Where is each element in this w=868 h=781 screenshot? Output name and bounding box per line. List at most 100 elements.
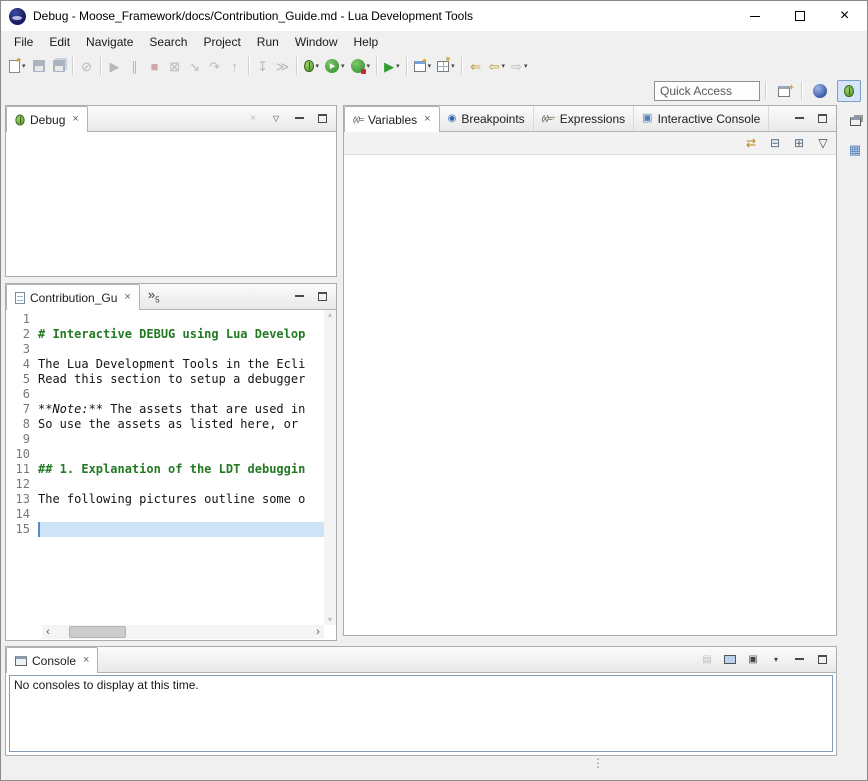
editor-horizontal-scrollbar[interactable]: ‹ › <box>42 625 324 639</box>
editor-line[interactable]: 14 <box>6 507 324 522</box>
save-all-button[interactable]: ▾ <box>49 55 69 77</box>
menu-file[interactable]: File <box>6 32 41 52</box>
editor-line[interactable]: 6 <box>6 387 324 402</box>
scroll-up-icon[interactable]: ▴ <box>328 311 332 319</box>
open-perspective-button[interactable] <box>772 80 796 102</box>
editor-line[interactable]: 11 ## 1. Explanation of the LDT debuggin <box>6 462 324 477</box>
save-button[interactable]: ▾ <box>29 55 49 77</box>
maximize-view-button[interactable] <box>314 289 330 305</box>
tab-contribution-guide[interactable]: Contribution_Gu × <box>6 284 140 310</box>
maximize-view-button[interactable] <box>314 111 330 127</box>
editor-line[interactable]: 4 The Lua Development Tools in the Ecli <box>6 357 324 372</box>
dropdown-arrow-icon[interactable]: ▾ <box>524 63 528 70</box>
maximize-view-button[interactable] <box>814 111 830 127</box>
external-tools-button[interactable]: ▶ ▾ <box>381 55 403 77</box>
quick-access-input[interactable]: Quick Access <box>654 81 760 101</box>
back-button[interactable]: ⇦ ▾ <box>486 55 508 77</box>
disconnect-button[interactable]: ⊠ ▾ <box>165 55 185 77</box>
editor-line[interactable]: 8 So use the assets as listed here, or <box>6 417 324 432</box>
suspend-button[interactable]: ∥ ▾ <box>125 55 145 77</box>
minimize-view-button[interactable] <box>291 111 307 127</box>
dropdown-arrow-icon[interactable]: ▾ <box>22 63 26 70</box>
display-selected-console-button[interactable] <box>722 652 738 668</box>
pin-console-button[interactable]: ▣ <box>745 652 761 668</box>
view-menu-button[interactable]: ▽ <box>815 135 831 151</box>
dropdown-arrow-icon[interactable]: ▾ <box>396 63 400 70</box>
minimize-view-button[interactable] <box>291 289 307 305</box>
tab-debug[interactable]: Debug × <box>6 106 88 132</box>
editor-line[interactable]: 13 The following pictures outline some o <box>6 492 324 507</box>
minimize-view-button[interactable] <box>791 111 807 127</box>
minimized-view-button[interactable]: ▦ <box>845 139 865 159</box>
run-button[interactable]: ▾ <box>322 55 348 77</box>
last-edit-location-button[interactable]: ⇐ ▾ <box>466 55 486 77</box>
editor-line[interactable]: 1 <box>6 312 324 327</box>
step-over-button[interactable]: ↷ ▾ <box>205 55 225 77</box>
maximize-view-button[interactable] <box>814 652 830 668</box>
close-icon[interactable]: × <box>72 114 78 125</box>
console-dropdown-button[interactable]: ▾ <box>768 652 784 668</box>
layout-button[interactable]: ⊞ <box>791 135 807 151</box>
scrollbar-track[interactable] <box>54 625 312 639</box>
window-maximize-button[interactable] <box>777 1 822 31</box>
tab-expressions[interactable]: (x)= Expressions × <box>534 106 634 131</box>
ldt-perspective-button[interactable] <box>808 80 832 102</box>
sash-handle[interactable]: ⋮ <box>592 757 604 769</box>
step-return-button[interactable]: ↑ ▾ <box>225 55 245 77</box>
editor-line[interactable]: 5 Read this section to setup a debugger <box>6 372 324 387</box>
tab-breakpoints[interactable]: ◉ Breakpoints × <box>440 106 534 131</box>
new-wizard-button[interactable]: ▾ <box>6 55 29 77</box>
skip-all-breakpoints-button[interactable]: ⊘ ▾ <box>77 55 97 77</box>
scrollbar-thumb[interactable] <box>69 626 126 638</box>
collapse-all-button[interactable]: ⊟ <box>767 135 783 151</box>
window-close-button[interactable]: × <box>822 1 867 31</box>
editor-line[interactable]: 15 <box>6 522 324 537</box>
new-lua-project-button[interactable]: ▾ <box>411 55 435 77</box>
menu-edit[interactable]: Edit <box>41 32 78 52</box>
hidden-tabs-chevron[interactable]: »5 <box>148 288 160 305</box>
use-step-filters-button[interactable]: ≫ ▾ <box>273 55 293 77</box>
menu-project[interactable]: Project <box>195 32 248 52</box>
editor-line[interactable]: 12 <box>6 477 324 492</box>
editor-line[interactable]: 7 **Note:** The assets that are used in <box>6 402 324 417</box>
scroll-right-icon[interactable]: › <box>312 627 324 638</box>
debug-perspective-button[interactable] <box>837 80 861 102</box>
editor-line[interactable]: 3 <box>6 342 324 357</box>
dropdown-arrow-icon[interactable]: ▾ <box>428 63 432 70</box>
close-icon[interactable]: × <box>424 114 430 125</box>
window-minimize-button[interactable] <box>732 1 777 31</box>
editor-line[interactable]: 10 <box>6 447 324 462</box>
step-into-button[interactable]: ↘ ▾ <box>185 55 205 77</box>
dropdown-arrow-icon[interactable]: ▾ <box>451 63 455 70</box>
close-icon[interactable]: × <box>124 292 130 303</box>
open-console-button[interactable]: ▤ <box>699 652 715 668</box>
forward-button[interactable]: ⇨ ▾ <box>508 55 530 77</box>
menu-run[interactable]: Run <box>249 32 287 52</box>
dropdown-arrow-icon[interactable]: ▾ <box>502 63 506 70</box>
dropdown-arrow-icon[interactable]: ▾ <box>316 63 320 70</box>
editor-line[interactable]: 9 <box>6 432 324 447</box>
terminate-button[interactable]: ■ ▾ <box>145 55 165 77</box>
menu-navigate[interactable]: Navigate <box>78 32 141 52</box>
view-menu-button[interactable]: ▽ <box>268 111 284 127</box>
tab-console[interactable]: Console × <box>6 647 98 673</box>
tab-interactive-console[interactable]: ▣ Interactive Console × <box>634 106 769 131</box>
minimize-view-button[interactable] <box>791 652 807 668</box>
close-icon[interactable]: × <box>83 655 89 666</box>
remove-all-terminated-button[interactable]: × <box>245 111 261 127</box>
coverage-button[interactable]: ▾ <box>348 55 374 77</box>
drop-to-frame-button[interactable]: ↧ ▾ <box>253 55 273 77</box>
resume-button[interactable]: ▶ ▾ <box>105 55 125 77</box>
scroll-down-icon[interactable]: ▾ <box>328 616 332 624</box>
editor-vertical-scrollbar[interactable]: ▴ ▾ <box>324 310 336 625</box>
tab-variables[interactable]: (x)= Variables × <box>344 106 440 132</box>
menu-window[interactable]: Window <box>287 32 346 52</box>
dropdown-arrow-icon[interactable]: ▾ <box>341 63 345 70</box>
editor-line[interactable]: 2 # Interactive DEBUG using Lua Develop <box>6 327 324 342</box>
restore-views-button[interactable] <box>845 111 865 131</box>
dropdown-arrow-icon[interactable]: ▾ <box>367 63 371 70</box>
new-lua-file-button[interactable]: ▾ <box>434 55 458 77</box>
editor-content[interactable]: 1 2 # Interactive DEBUG using Lua Develo… <box>6 310 336 640</box>
debug-button[interactable]: ▾ <box>301 55 323 77</box>
scroll-left-icon[interactable]: ‹ <box>42 627 54 638</box>
